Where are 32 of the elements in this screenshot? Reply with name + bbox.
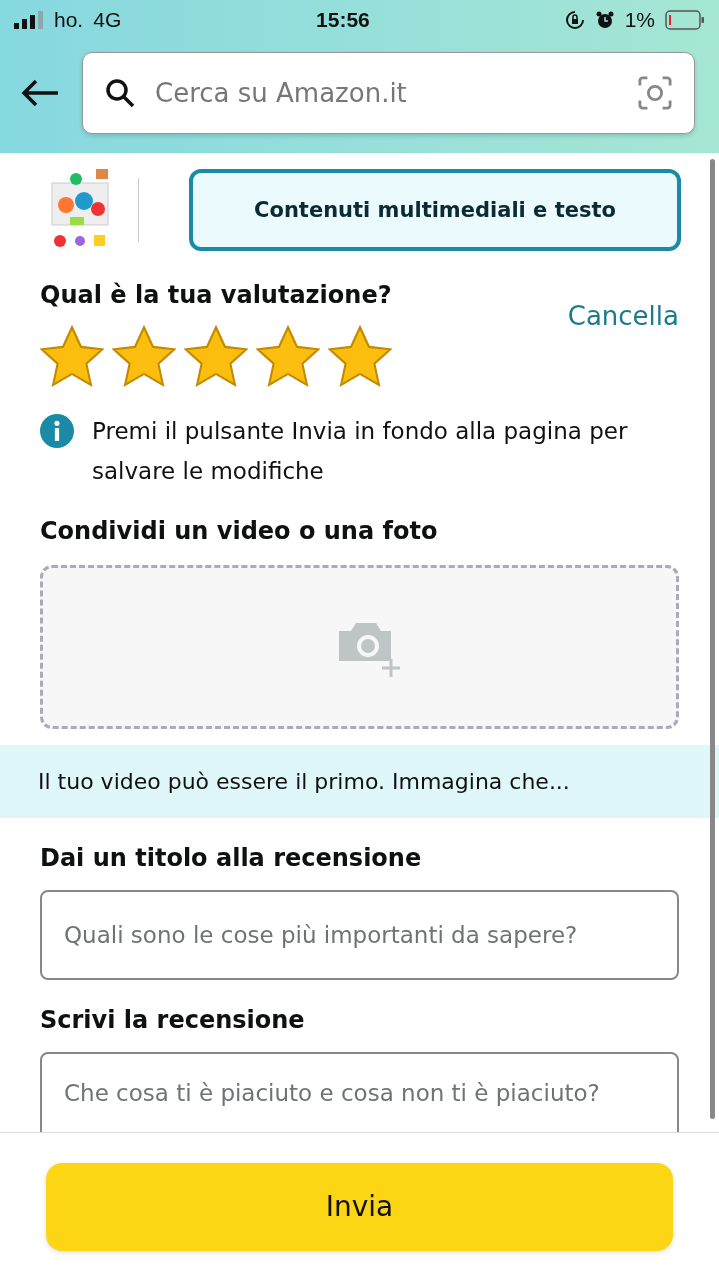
alarm-icon — [594, 10, 615, 30]
title-field[interactable]: Quali sono le cose più importanti da sapere? — [40, 890, 679, 980]
star-icon — [112, 325, 176, 387]
section-heading: Condividi un video o una foto — [40, 517, 439, 545]
field-label: Dai un titolo alla recensione — [40, 844, 423, 872]
search-icon — [105, 78, 135, 108]
network-type: 4G — [93, 8, 122, 32]
back-button[interactable] — [20, 78, 60, 108]
banner-text: Il tuo video può essere il primo. Immagina che... — [38, 769, 570, 794]
search-field[interactable]: Cerca su Amazon.it — [82, 52, 695, 134]
battery-percent: 1% — [624, 8, 655, 32]
carrier-name: ho. — [54, 8, 84, 32]
star-icon — [40, 325, 104, 387]
star-icon — [256, 325, 320, 387]
submit-button[interactable]: Invia — [46, 1162, 673, 1251]
signal-icon — [14, 11, 44, 29]
clear-link[interactable]: Cancella — [567, 301, 679, 331]
clock-time: 15:56 — [316, 8, 370, 32]
camera-scan-icon — [638, 76, 672, 110]
star-icon — [184, 325, 248, 387]
tab[interactable]: Contenuti multimediali e testo — [189, 169, 681, 251]
star-icon — [328, 325, 392, 387]
info-message: Premi il pulsante Invia in fondo alla pagina per salvare le modifiche — [92, 417, 629, 486]
rotation-lock-icon — [564, 10, 585, 30]
battery-icon — [665, 10, 705, 30]
back-arrow-icon — [20, 78, 60, 108]
review-field[interactable]: Che cosa ti è piaciuto e cosa non ti è piaciuto? — [40, 1052, 679, 1132]
section-heading: Qual è la tua valutazione? — [40, 281, 392, 309]
info-icon — [40, 414, 74, 448]
star-rating[interactable] — [40, 325, 392, 387]
field-label: Scrivi la recensione — [40, 1006, 306, 1034]
upload-area[interactable] — [40, 565, 679, 729]
